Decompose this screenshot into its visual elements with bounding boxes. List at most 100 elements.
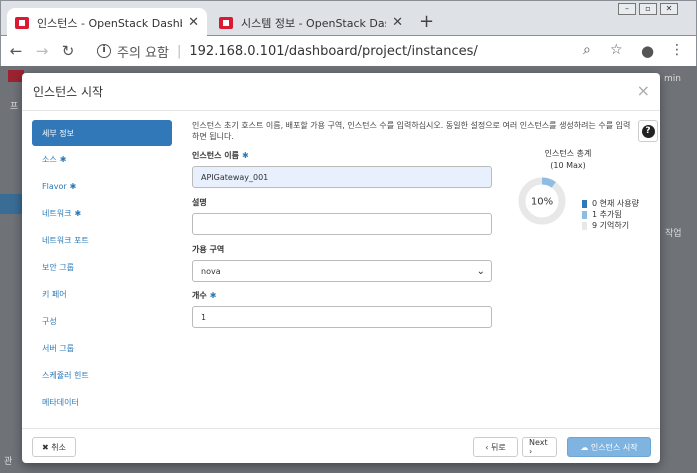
description-label: 설명 (192, 198, 207, 207)
quota-legend: 0 현재 사용량 1 추가됨 9 기억하기 (582, 198, 639, 231)
wizard-step-label: 네트워크 (42, 209, 72, 218)
wizard-step-item[interactable]: 소스 ✱ (32, 146, 172, 173)
address-separator: | (176, 43, 182, 59)
legend-item: 0 현재 사용량 (582, 198, 639, 209)
launch-instance-modal: 인스턴스 시작 × ? 세부 정보 소스 ✱ Flavor ✱ 네트워크 ✱ 네트워크 포트 보… (22, 73, 660, 463)
cancel-button[interactable]: ✖ 취소 (32, 437, 76, 457)
count-label: 개수 (192, 291, 207, 300)
bg-left-text: 프 (10, 102, 19, 112)
legend-item: 1 추가됨 (582, 209, 639, 220)
restore-icon[interactable]: ▫ (639, 3, 657, 15)
next-button[interactable]: Next › (522, 437, 557, 457)
instance-name-group: 인스턴스 이름 ✱ APIGateway_001 (192, 150, 492, 188)
form-description: 인스턴스 초기 호스트 이름, 배포할 가용 구역, 인스턴스 수를 입력하십시… (192, 121, 631, 141)
instance-name-label: 인스턴스 이름 (192, 151, 239, 160)
help-icon: ? (641, 124, 655, 138)
wizard-step-item[interactable]: 보안 그룹 (32, 254, 172, 281)
wizard-step-item[interactable]: 구성 (32, 308, 172, 335)
wizard-step-item[interactable]: 네트워크 포트 (32, 227, 172, 254)
instance-name-input[interactable]: APIGateway_001 (192, 166, 492, 188)
bookmark-star-icon[interactable]: ☆ (610, 42, 623, 58)
availability-zone-label: 가용 구역 (192, 245, 225, 254)
quota-title: 인스턴스 총계 (544, 149, 592, 158)
wizard-step-item[interactable]: 메타데이터 (32, 389, 172, 416)
wizard-step-item[interactable]: 세부 정보 (32, 120, 172, 146)
profile-avatar-icon[interactable]: ● (641, 42, 654, 60)
required-icon: ✱ (74, 209, 82, 218)
wizard-step-label: 세부 정보 (42, 128, 74, 138)
back-arrow-icon[interactable]: ← (5, 42, 27, 60)
wizard-step-item[interactable]: Flavor ✱ (32, 173, 172, 200)
browser-titlebar: 인스턴스 - OpenStack Dashboar ✕ 시스템 정보 - Ope… (0, 0, 697, 37)
modal-footer: ✖ 취소 ‹ 뒤로 Next › ☁ 인스턴스 시작 (22, 428, 660, 463)
menu-kebab-icon[interactable]: ⋮ (670, 42, 684, 58)
minimize-icon[interactable]: – (618, 3, 636, 15)
count-value: 1 (201, 312, 207, 322)
chevron-down-icon: ⌄ (476, 265, 485, 277)
tab-title: 인스턴스 - OpenStack Dashboar (37, 16, 182, 30)
count-group: 개수 ✱ 1 (192, 290, 492, 328)
info-icon[interactable]: i (97, 44, 111, 58)
wizard-step-label: 키 페어 (42, 290, 67, 299)
wizard-steps-nav: 세부 정보 소스 ✱ Flavor ✱ 네트워크 ✱ 네트워크 포트 보안 그룹 키 페어 구성 서버… (32, 120, 172, 416)
legend-label: 9 기억하기 (592, 221, 630, 230)
address-bar[interactable]: i 주의 요함 | 192.168.0.101/dashboard/projec… (97, 40, 637, 62)
wizard-step-item[interactable]: 네트워크 ✱ (32, 200, 172, 227)
launch-instance-button[interactable]: ☁ 인스턴스 시작 (567, 437, 651, 457)
legend-item: 9 기억하기 (582, 220, 639, 231)
availability-zone-value: nova (201, 266, 221, 276)
reload-icon[interactable]: ↻ (57, 42, 79, 60)
wizard-step-label: 소스 (42, 155, 57, 164)
close-tab-icon[interactable]: ✕ (188, 15, 199, 30)
instance-quota-panel: 인스턴스 총계 (10 Max) 10% 0 현재 사용량 1 추가됨 9 기억하기 (517, 148, 639, 230)
description-group: 설명 (192, 197, 492, 235)
bg-sidebar-active (0, 194, 22, 214)
wizard-step-label: Flavor (42, 182, 67, 191)
wizard-step-label: 네트워크 포트 (42, 236, 89, 245)
instance-name-value: APIGateway_001 (201, 172, 269, 182)
bg-right-text: min (664, 74, 681, 84)
quota-donut-chart: 10% (518, 177, 566, 225)
modal-title: 인스턴스 시작 (22, 73, 660, 111)
close-window-icon[interactable]: ✕ (660, 3, 678, 15)
availability-zone-select[interactable]: nova ⌄ (192, 260, 492, 282)
tab-instances[interactable]: 인스턴스 - OpenStack Dashboar ✕ (7, 8, 207, 37)
wizard-step-label: 메타데이터 (42, 398, 79, 407)
forward-arrow-icon[interactable]: → (31, 42, 53, 60)
security-label: 주의 요함 (117, 45, 169, 61)
count-input[interactable]: 1 (192, 306, 492, 328)
legend-label: 0 현재 사용량 (592, 199, 639, 208)
close-tab-icon[interactable]: ✕ (392, 15, 403, 30)
quota-percent: 10% (531, 197, 553, 208)
help-button[interactable]: ? (638, 120, 658, 142)
wizard-step-item[interactable]: 스케쥴러 힌트 (32, 362, 172, 389)
description-input[interactable] (192, 213, 492, 235)
quota-subtitle: (10 Max) (550, 161, 586, 170)
zoom-icon[interactable]: ⌕ (583, 42, 591, 58)
required-icon: ✱ (241, 151, 249, 160)
window-controls: – ▫ ✕ (615, 3, 678, 15)
modal-close-icon[interactable]: × (637, 81, 650, 100)
back-button[interactable]: ‹ 뒤로 (473, 437, 518, 457)
required-icon: ✱ (209, 291, 217, 300)
required-icon: ✱ (59, 155, 67, 164)
availability-zone-group: 가용 구역 nova ⌄ (192, 244, 492, 282)
openstack-favicon-icon (219, 16, 233, 29)
tab-title: 시스템 정보 - OpenStack Dashb (241, 16, 386, 30)
tab-system-info[interactable]: 시스템 정보 - OpenStack Dashb ✕ (211, 8, 411, 37)
new-tab-button[interactable]: + (419, 11, 434, 32)
wizard-step-label: 구성 (42, 317, 57, 326)
wizard-step-label: 서버 그룹 (42, 344, 74, 353)
url-text[interactable]: 192.168.0.101/dashboard/project/instance… (189, 44, 477, 59)
wizard-step-item[interactable]: 서버 그룹 (32, 335, 172, 362)
bg-left-text: 관 (4, 457, 13, 467)
legend-swatch (582, 221, 587, 230)
wizard-step-label: 보안 그룹 (42, 263, 74, 272)
wizard-step-item[interactable]: 키 페어 (32, 281, 172, 308)
wizard-step-label: 스케쥴러 힌트 (42, 371, 89, 380)
legend-label: 1 추가됨 (592, 210, 622, 219)
bg-right-text: 작업 (665, 229, 682, 239)
legend-swatch (582, 210, 587, 219)
browser-toolbar: ← → ↻ i 주의 요함 | 192.168.0.101/dashboard/… (0, 36, 697, 66)
required-icon: ✱ (69, 182, 77, 191)
